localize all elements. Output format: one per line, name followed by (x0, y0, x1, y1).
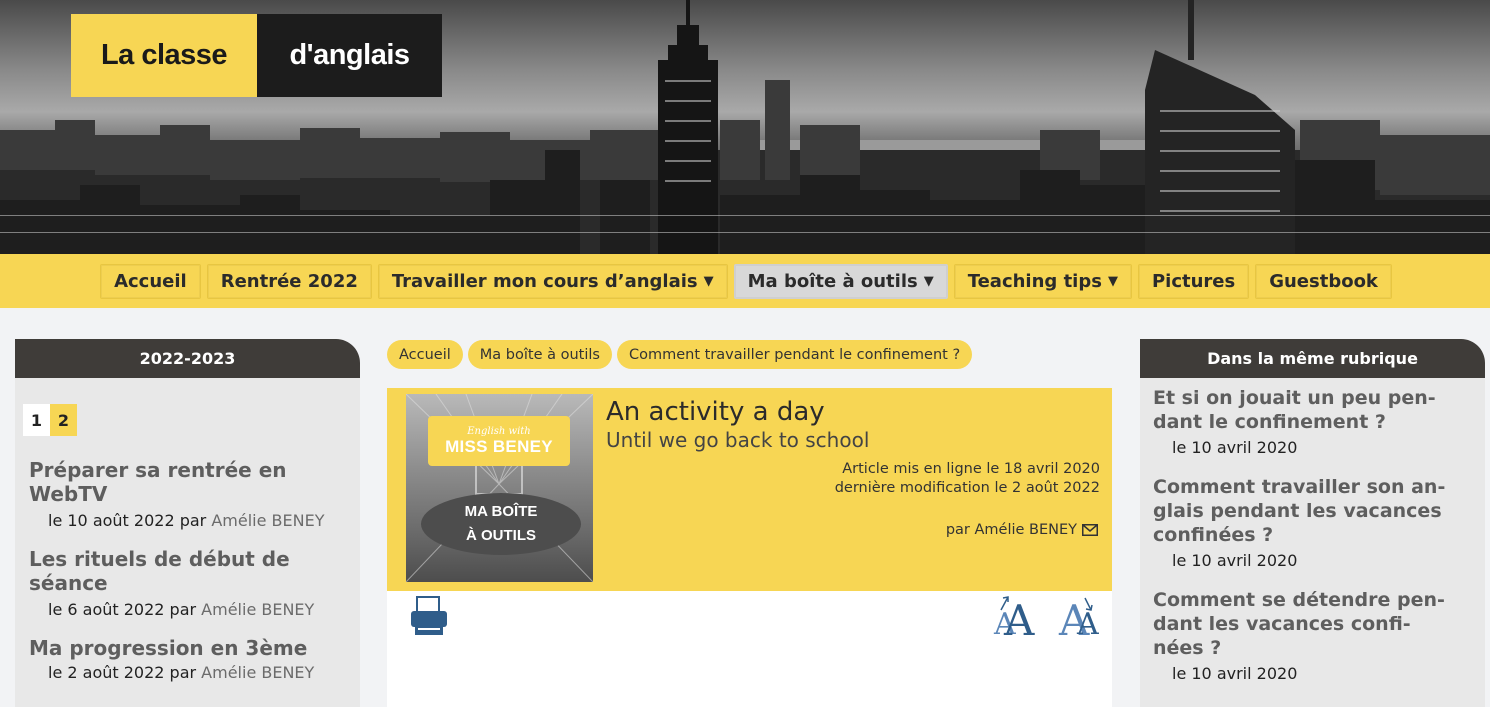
breadcrumb-item-boite-a-outils[interactable]: Ma boîte à outils (467, 340, 612, 369)
thumbnail-title-box: English with MISS BENEY (428, 416, 570, 466)
page-title: An activity a day (606, 397, 825, 427)
right-sidebar: Dans la même rubrique Et si on jouait un… (1140, 339, 1485, 707)
article-title-line: Comment travailler son an- (1153, 476, 1446, 498)
article-meta: le 2 août 2022 par Amélie BENEY (29, 662, 346, 684)
author-link[interactable]: Amélie BENEY (211, 511, 324, 530)
article-link[interactable]: Et si on jouait un peu pen- dant le conf… (1153, 386, 1472, 434)
article-date: le 10 avril 2020 (1172, 551, 1298, 570)
nav-item-travailler-mon-cours[interactable]: Travailler mon cours d’anglais ▼ (377, 263, 728, 299)
font-decrease-icon[interactable]: A A (1057, 594, 1105, 638)
article-link[interactable]: Ma progression en 3ème (29, 636, 346, 660)
article-dates: Article mis en ligne le 18 avril 2020 de… (835, 460, 1100, 498)
article-header: English with MISS BENEY MA BOÎTE À OUTIL… (387, 388, 1112, 591)
mail-icon[interactable] (1082, 524, 1098, 536)
thumbnail-big-text: MISS BENEY (445, 436, 553, 456)
article-title-line: nées ? (1153, 637, 1222, 659)
list-item: Comment se détendre pen- dant les vacanc… (1140, 588, 1485, 685)
author-link[interactable]: par Amélie BENEY (946, 522, 1077, 538)
thumbnail-oval-text: À OUTILS (466, 527, 536, 544)
page-current: 1 (23, 404, 50, 436)
nav-item-pictures[interactable]: Pictures (1137, 263, 1250, 299)
list-item: Les rituels de début de séance le 6 août… (15, 547, 360, 621)
article-date: le 6 août 2022 par (48, 600, 197, 619)
article-meta: le 10 août 2022 par Amélie BENEY (29, 510, 346, 532)
breadcrumb: Accueil Ma boîte à outils Comment travai… (387, 340, 973, 369)
article-body: A A A A (387, 591, 1112, 707)
breadcrumb-item-current[interactable]: Comment travailler pendant le confinemen… (616, 340, 973, 369)
nav-item-label: Teaching tips (967, 270, 1102, 292)
article-date: le 10 avril 2020 (1172, 438, 1298, 457)
article-link[interactable]: Préparer sa rentrée en WebTV (29, 458, 346, 506)
author-link[interactable]: Amélie BENEY (201, 663, 314, 682)
nav-item-guestbook[interactable]: Guestbook (1255, 263, 1392, 299)
left-sidebar: 2022-2023 1 2 Préparer sa rentrée en Web… (15, 339, 360, 707)
article-title-line: confinées ? (1153, 524, 1274, 546)
nav-item-label: Rentrée 2022 (220, 270, 358, 292)
thumbnail-oval: MA BOÎTE À OUTILS (421, 493, 581, 555)
pagination: 1 2 (23, 404, 360, 436)
nav-item-label: Guestbook (1269, 270, 1378, 292)
breadcrumb-item-accueil[interactable]: Accueil (387, 340, 463, 369)
article-thumbnail: English with MISS BENEY MA BOÎTE À OUTIL… (406, 394, 593, 582)
dropdown-caret-icon: ▼ (923, 273, 934, 289)
article-link[interactable]: Comment se détendre pen- dant les vacanc… (1153, 588, 1472, 660)
logo-text-part1: La classe (71, 14, 257, 97)
list-item: Et si on jouait un peu pen- dant le conf… (1140, 386, 1485, 459)
main-nav: Accueil Rentrée 2022 Travailler mon cour… (0, 254, 1490, 308)
page-subtitle: Until we go back to school (606, 428, 870, 452)
svg-text:A: A (1076, 607, 1099, 638)
nav-item-label: Travailler mon cours d’anglais (391, 270, 698, 292)
article-title-line: glais pendant les vacances (1153, 500, 1442, 522)
thumbnail-small-text: English with (467, 425, 531, 437)
site-logo[interactable]: La classe d'anglais (71, 14, 442, 97)
logo-text-part2: d'anglais (257, 14, 442, 97)
article-date: le 10 avril 2020 (1172, 664, 1298, 683)
nav-item-label: Pictures (1151, 270, 1236, 292)
font-increase-icon[interactable]: A A (992, 594, 1040, 638)
page-link-2[interactable]: 2 (50, 404, 77, 436)
nav-item-accueil[interactable]: Accueil (100, 263, 201, 299)
article-date: le 2 août 2022 par (48, 663, 197, 682)
nav-item-ma-boite-a-outils[interactable]: Ma boîte à outils ▼ (733, 263, 948, 299)
article-byline: par Amélie BENEY (946, 522, 1098, 538)
svg-text:A: A (1003, 596, 1035, 638)
sidebar-title: Dans la même rubrique (1140, 339, 1485, 378)
thumbnail-oval-text: MA BOÎTE (464, 503, 538, 520)
printer-icon[interactable] (409, 595, 449, 637)
author-link[interactable]: Amélie BENEY (201, 600, 314, 619)
article-title-line: dant les vacances confi- (1153, 613, 1411, 635)
article-meta: le 6 août 2022 par Amélie BENEY (29, 599, 346, 621)
article-link[interactable]: Les rituels de début de séance (29, 547, 346, 595)
list-item: Préparer sa rentrée en WebTV le 10 août … (15, 458, 360, 532)
nav-item-label: Accueil (114, 270, 187, 292)
nav-item-teaching-tips[interactable]: Teaching tips ▼ (953, 263, 1132, 299)
article-link[interactable]: Comment travailler son an- glais pendant… (1153, 475, 1472, 547)
article-title-line: dant le confinement ? (1153, 411, 1386, 433)
list-item: Comment travailler son an- glais pendant… (1140, 475, 1485, 572)
modified-date: dernière modification le 2 août 2022 (834, 480, 1100, 496)
article-date: le 10 août 2022 par (48, 511, 207, 530)
nav-item-rentree-2022[interactable]: Rentrée 2022 (206, 263, 372, 299)
published-date: Article mis en ligne le 18 avril 2020 (842, 461, 1100, 477)
list-item: Ma progression en 3ème le 2 août 2022 pa… (15, 636, 360, 684)
article-title-line: Et si on jouait un peu pen- (1153, 387, 1436, 409)
dropdown-caret-icon: ▼ (703, 273, 714, 289)
header-banner: La classe d'anglais (0, 0, 1490, 254)
article-title-line: Comment se détendre pen- (1153, 589, 1445, 611)
dropdown-caret-icon: ▼ (1107, 273, 1118, 289)
nav-item-label: Ma boîte à outils (747, 270, 918, 292)
sidebar-title: 2022-2023 (15, 339, 360, 378)
